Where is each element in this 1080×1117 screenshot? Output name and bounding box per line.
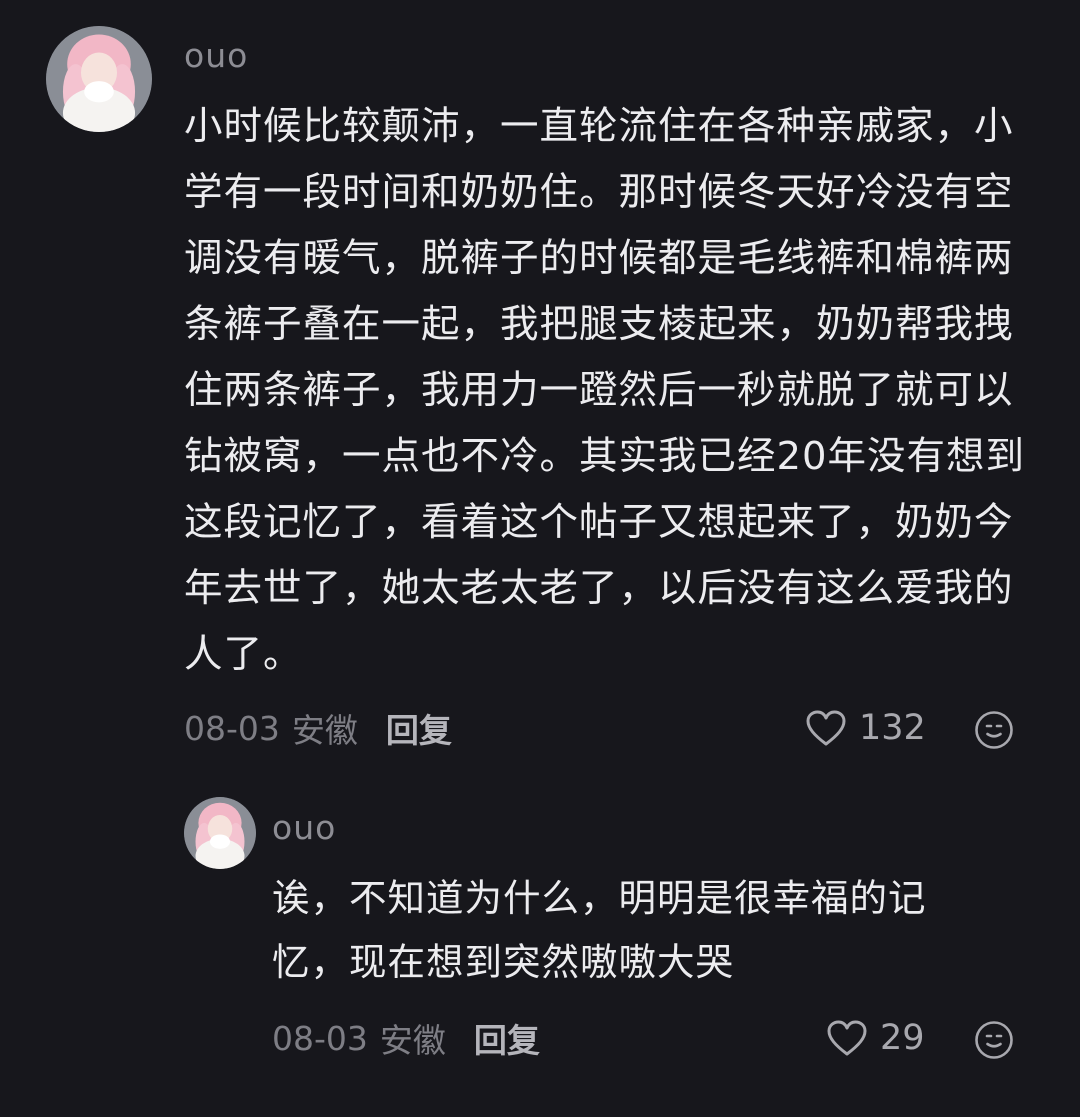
avatar[interactable] <box>184 797 256 869</box>
like-count: 132 <box>859 708 926 748</box>
reaction-button[interactable] <box>974 1020 1014 1064</box>
like-button[interactable]: 29 <box>826 1016 925 1060</box>
reply-button[interactable]: 回复 <box>386 704 452 752</box>
like-button[interactable]: 132 <box>805 706 926 750</box>
comment-location: 安徽 <box>379 1021 446 1060</box>
avatar[interactable] <box>46 26 152 132</box>
smiley-face-icon <box>975 1021 1013 1059</box>
like-count: 29 <box>880 1018 925 1058</box>
comment-text: 小时候比较颠沛，一直轮流住在各种亲戚家，小学有一段时间和奶奶住。那时候冬天好冷没… <box>184 104 1025 677</box>
comment-date: 08-03 <box>184 708 280 748</box>
comment-meta: 08-03 安徽 回复 <box>272 1014 540 1062</box>
avatar-image <box>184 797 256 869</box>
comment-meta: 08-03 安徽 回复 <box>184 704 452 752</box>
comment-text: 诶，不知道为什么，明明是很幸福的记忆，现在想到突然嗷嗷大哭 <box>272 876 927 984</box>
reply-item: ouo 诶，不知道为什么，明明是很幸福的记忆，现在想到突然嗷嗷大哭 08-03 … <box>0 790 1080 1110</box>
username[interactable]: ouo <box>272 808 336 848</box>
avatar-image <box>46 26 152 132</box>
reaction-button[interactable] <box>974 710 1014 754</box>
comment-location: 安徽 <box>291 711 358 750</box>
username[interactable]: ouo <box>184 36 248 76</box>
comment-item: ouo 小时候比较颠沛，一直轮流住在各种亲戚家，小学有一段时间和奶奶住。那时候冬… <box>0 0 1080 770</box>
heart-outline-icon <box>827 1020 867 1056</box>
heart-outline-icon <box>806 710 846 746</box>
comment-date: 08-03 <box>272 1018 368 1058</box>
smiley-face-icon <box>975 711 1013 749</box>
reply-button[interactable]: 回复 <box>474 1014 540 1062</box>
